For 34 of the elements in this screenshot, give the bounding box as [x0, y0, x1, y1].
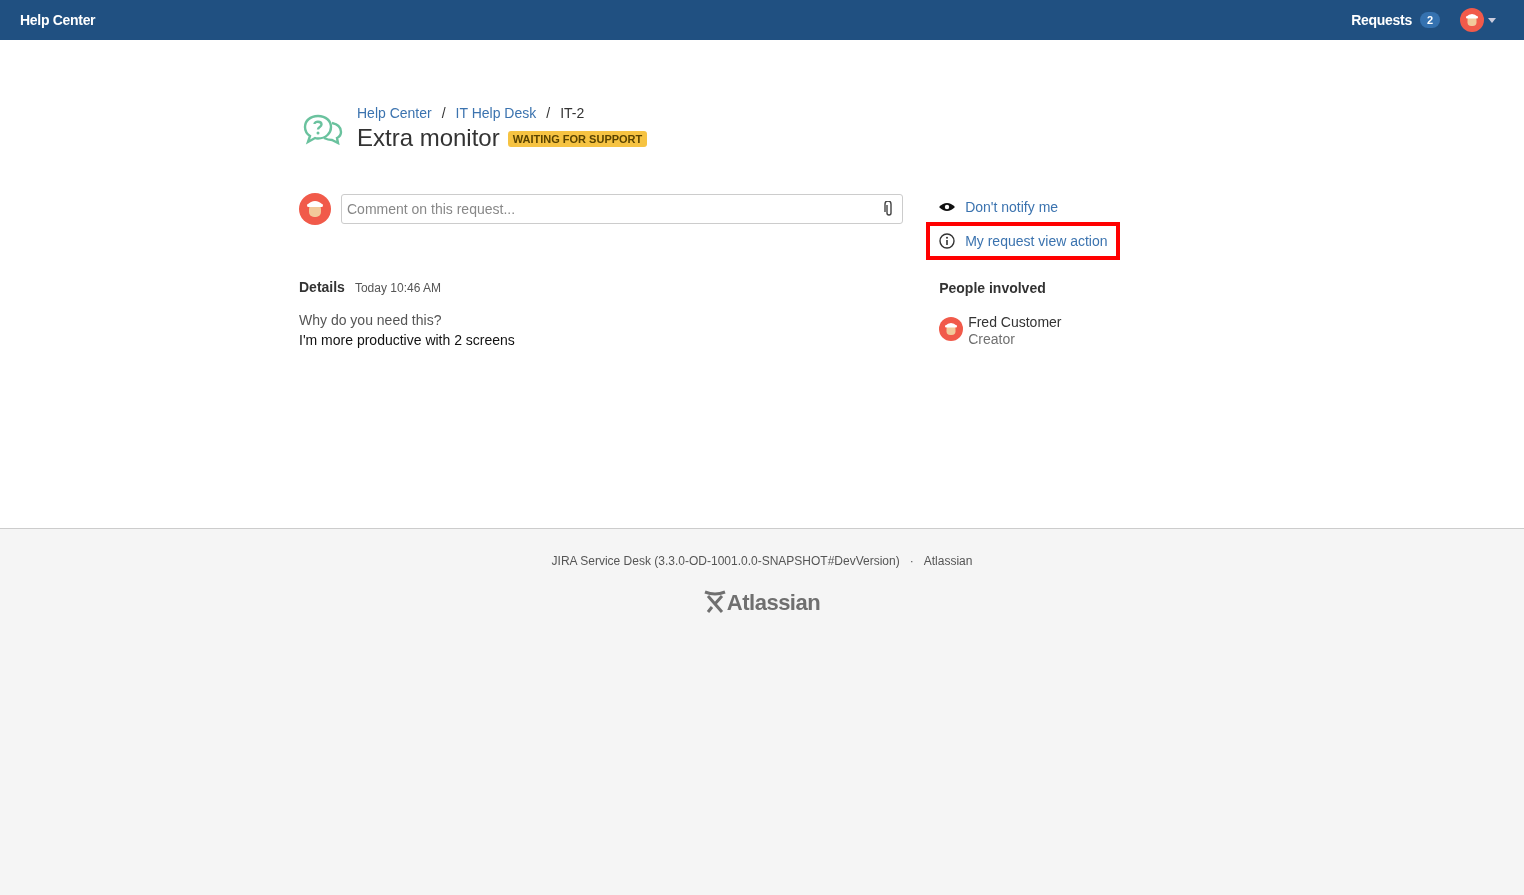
paperclip-icon[interactable]	[884, 201, 895, 217]
eye-icon	[939, 202, 956, 212]
user-avatar	[299, 193, 331, 225]
requests-link[interactable]: Requests	[1351, 9, 1412, 31]
status-lozenge: WAITING FOR SUPPORT	[507, 131, 648, 147]
comment-field[interactable]: Comment on this request...	[341, 194, 904, 224]
details-time: Today 10:46 AM	[354, 280, 441, 297]
atlassian-mark-icon	[703, 590, 726, 614]
breadcrumb-separator: /	[441, 104, 446, 122]
user-avatar	[1460, 8, 1484, 32]
details-heading: Details	[299, 278, 345, 297]
atlassian-wordmark: Atlassian	[726, 592, 821, 614]
profile-menu-button[interactable]	[1460, 8, 1496, 32]
request-title: Extra monitor	[357, 123, 500, 153]
help-bubbles-icon	[303, 112, 343, 145]
person-role: Creator	[968, 331, 1016, 348]
company-link[interactable]: Atlassian	[923, 552, 973, 570]
action-link[interactable]: My request view action	[965, 230, 1108, 252]
people-heading: People involved	[939, 279, 1047, 298]
requests-count: 2	[1419, 12, 1440, 28]
person-avatar	[939, 317, 964, 341]
question-label: Why do you need this?	[299, 311, 443, 330]
footer-separator: ·	[909, 553, 914, 570]
breadcrumb-current: IT-2	[560, 104, 585, 122]
answer-text: I'm more productive with 2 screens	[299, 331, 516, 350]
breadcrumb-separator: /	[546, 104, 551, 122]
help-center-link[interactable]: Help Center	[20, 9, 96, 31]
person-name: Fred Customer	[968, 314, 1062, 331]
action-link[interactable]: Don't notify me	[965, 196, 1059, 218]
breadcrumb-link[interactable]: Help Center	[357, 104, 432, 122]
version-text: JIRA Service Desk (3.3.0-OD-1001.0.0-SNAPSHOT#DevVersion)	[551, 553, 900, 570]
breadcrumb-link[interactable]: IT Help Desk	[455, 104, 537, 122]
caret-icon	[1488, 17, 1496, 23]
info-icon	[939, 233, 956, 249]
